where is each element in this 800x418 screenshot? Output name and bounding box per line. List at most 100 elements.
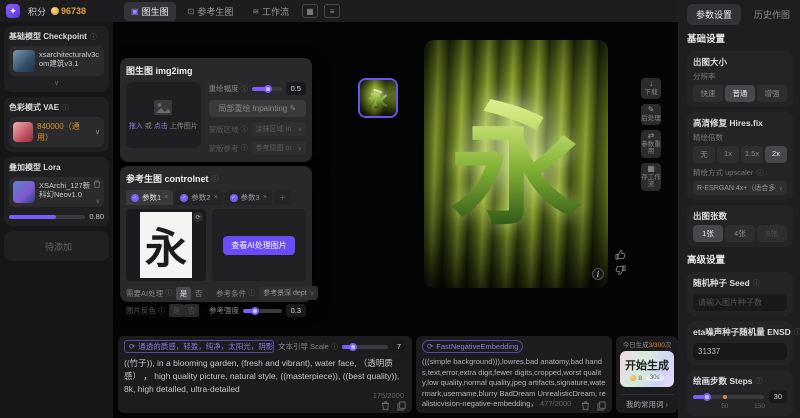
generated-image[interactable]: 永	[424, 40, 608, 288]
reuse-params-button[interactable]: ⇄ 参数重用	[641, 130, 661, 158]
tab-history[interactable]: 历史作图	[745, 4, 799, 25]
invert-label: 图片反色ⓘ	[126, 305, 165, 316]
close-icon[interactable]: ×	[263, 194, 267, 201]
clear-prompt-icon[interactable]	[381, 401, 390, 411]
generate-button[interactable]: 开始生成 8 30s	[620, 351, 674, 387]
scale-1x[interactable]: 1x	[717, 146, 739, 163]
tab-reference[interactable]: ⊡ 参考生图	[181, 2, 241, 21]
controlnet-add-tab[interactable]: ＋	[274, 190, 291, 205]
steps-value[interactable]: 30	[769, 390, 787, 403]
vae-card[interactable]: 840000（通用） ∨	[9, 117, 104, 147]
controlnet-tab-1[interactable]: ✓ 参数1 ×	[126, 190, 173, 205]
view-ai-processed-button[interactable]: 查看AI处理图片	[223, 236, 295, 255]
checkpoint-expand-chevron-icon[interactable]: ∨	[9, 79, 104, 87]
tab-img2img[interactable]: ▣ 图生图	[124, 2, 176, 21]
grid-view-button[interactable]: ▦	[302, 4, 318, 18]
controlnet-tab-2[interactable]: ✓ 参数2 ×	[175, 190, 222, 205]
negative-preset-tag[interactable]: ⟳ FastNegativeEmbedding	[422, 340, 523, 353]
arrow-right-icon: ›	[666, 400, 669, 409]
invert-toggle[interactable]: 是 否	[169, 304, 199, 317]
inpainting-button[interactable]: 局部重绘 Inpainting ✎	[209, 100, 306, 117]
seed-input[interactable]	[693, 294, 787, 311]
vae-section: 色彩模式 VAE ⓘ 840000（通用） ∨	[4, 97, 109, 152]
lora-section: 叠加模型 Lora XSArchi_127新科幻Neov1.0 ∨ 0.80	[4, 157, 109, 226]
no-option[interactable]: 否	[184, 304, 199, 317]
info-icon: ⓘ	[241, 84, 248, 94]
scale-1-5x[interactable]: 1.5x	[741, 146, 763, 163]
preview-refresh-icon[interactable]: ⟳	[193, 212, 203, 222]
lora-card[interactable]: XSArchi_127新科幻Neov1.0 ∨	[9, 177, 104, 207]
checkpoint-card[interactable]: xsarchitecturalv3com建筑v3.1	[9, 46, 104, 76]
cfg-scale-value[interactable]: 7	[392, 340, 406, 353]
thumbs-down-icon[interactable]	[615, 265, 626, 275]
ensd-input[interactable]	[693, 343, 787, 360]
positive-prompt-box: ⟳ 通透的质感，轻盈，纯净，太阳光，阴影，动作，最佳质量 文本引导 Scale …	[118, 336, 412, 413]
denoise-slider[interactable]	[252, 87, 282, 91]
prompt-preset-tag[interactable]: ⟳ 通透的质感，轻盈，纯净，太阳光，阴影，动作，最佳质量	[124, 340, 274, 353]
ensd-card: eta噪声种子随机量 ENSD ⓘ	[687, 321, 793, 365]
lora-chevron-icon[interactable]: ∨	[96, 198, 100, 205]
checkpoint-title-label: 基础模型 Checkpoint	[9, 31, 87, 42]
ai-process-toggle[interactable]: 是 否	[176, 287, 206, 300]
thumbs-up-icon[interactable]	[615, 250, 626, 260]
tab-parameters[interactable]: 参数设置	[687, 4, 741, 25]
vae-chevron-icon: ∨	[95, 128, 100, 136]
postprocess-button[interactable]: ✎ 后处理	[641, 104, 661, 125]
image-upload-dropzone[interactable]: 拖入 或 点击 上传图片	[126, 82, 201, 148]
download-button[interactable]: ↓ 下载	[641, 78, 661, 99]
app-logo[interactable]: ✦	[6, 4, 20, 18]
reference-image-content: 永	[140, 212, 192, 278]
settings-sidebar: 参数设置 历史作图 基础设置 出图大小 分辨率 快速 普通 增强 高清修复 Hi…	[678, 0, 800, 418]
image-info-icon[interactable]: i	[592, 268, 604, 280]
add-lora-button[interactable]: 待添加	[4, 231, 109, 261]
generated-glyph: 永	[450, 60, 582, 251]
enabled-check-icon: ✓	[131, 194, 139, 202]
list-view-button[interactable]: ≡	[324, 4, 340, 18]
count-1[interactable]: 1张	[693, 225, 723, 242]
result-thumbnail[interactable]: 永	[358, 78, 398, 118]
upscaler-select[interactable]: R-ESRGAN 4x+（适合多种风 ∨	[693, 181, 787, 195]
close-icon[interactable]: ×	[213, 194, 217, 201]
resolution-segments: 快速 普通 增强	[693, 85, 787, 102]
steps-slider[interactable]	[693, 395, 764, 399]
resolution-label: 分辨率	[693, 71, 787, 82]
controlnet-tab-3[interactable]: ✓ 参数3 ×	[225, 190, 272, 205]
resolution-normal[interactable]: 普通	[725, 85, 755, 102]
mask-ref-select[interactable]: 参考原图 or∨	[252, 141, 306, 155]
no-option[interactable]: 否	[191, 287, 206, 300]
resolution-fast[interactable]: 快速	[693, 85, 723, 102]
controlnet-reference-image[interactable]: 永 ⟳	[126, 209, 206, 281]
clear-prompt-icon[interactable]	[581, 401, 590, 411]
lora-delete-icon[interactable]	[93, 180, 101, 189]
copy-prompt-icon[interactable]	[397, 401, 406, 411]
lora-weight-slider[interactable]: 0.80	[9, 212, 104, 221]
seed-title: 随机种子 Seed ⓘ	[693, 277, 787, 289]
favorite-prompts-link[interactable]: 我的常用词 ›	[620, 394, 674, 410]
scale-none[interactable]: 无	[693, 146, 715, 163]
negative-prompt-text[interactable]: (((simple background))),lowres,bad anato…	[422, 357, 606, 410]
count-4[interactable]: 4张	[725, 225, 755, 242]
ref-condition-select[interactable]: 参考景深 dept∨	[259, 286, 318, 300]
denoise-value[interactable]: 0.5	[286, 82, 306, 95]
reuse-icon: ⇄	[648, 132, 655, 141]
positive-prompt-text[interactable]: ((竹子)), in a blooming garden, (fresh and…	[124, 357, 406, 395]
yes-option[interactable]: 是	[176, 287, 191, 300]
tab-workflow[interactable]: ≋ 工作流	[245, 2, 296, 21]
mask-area-select[interactable]: 涂抹区域 In∨	[252, 122, 306, 136]
copy-prompt-icon[interactable]	[597, 401, 606, 411]
chevron-down-icon: ∨	[298, 145, 302, 152]
ref-strength-value[interactable]: 0.3	[286, 304, 306, 317]
cfg-scale-slider[interactable]	[342, 345, 388, 349]
generate-button-label: 开始生成	[625, 357, 669, 373]
count-9[interactable]: 9张	[757, 225, 787, 242]
prompt-preset-text: 通透的质感，轻盈，纯净，太阳光，阴影，动作，最佳质量	[138, 341, 274, 352]
resolution-enhanced[interactable]: 增强	[757, 85, 787, 102]
close-icon[interactable]: ×	[164, 194, 168, 201]
ref-strength-slider[interactable]	[243, 309, 282, 313]
save-workflow-button[interactable]: ▦ 存工作流	[641, 163, 661, 191]
scale-2x[interactable]: 2x	[765, 146, 787, 163]
info-icon: ⓘ	[756, 168, 763, 178]
yes-option[interactable]: 是	[169, 304, 184, 317]
chevron-down-icon: ∨	[298, 126, 302, 133]
image-toolbar: ↓ 下载 ✎ 后处理 ⇄ 参数重用 ▦ 存工作流	[641, 78, 661, 191]
